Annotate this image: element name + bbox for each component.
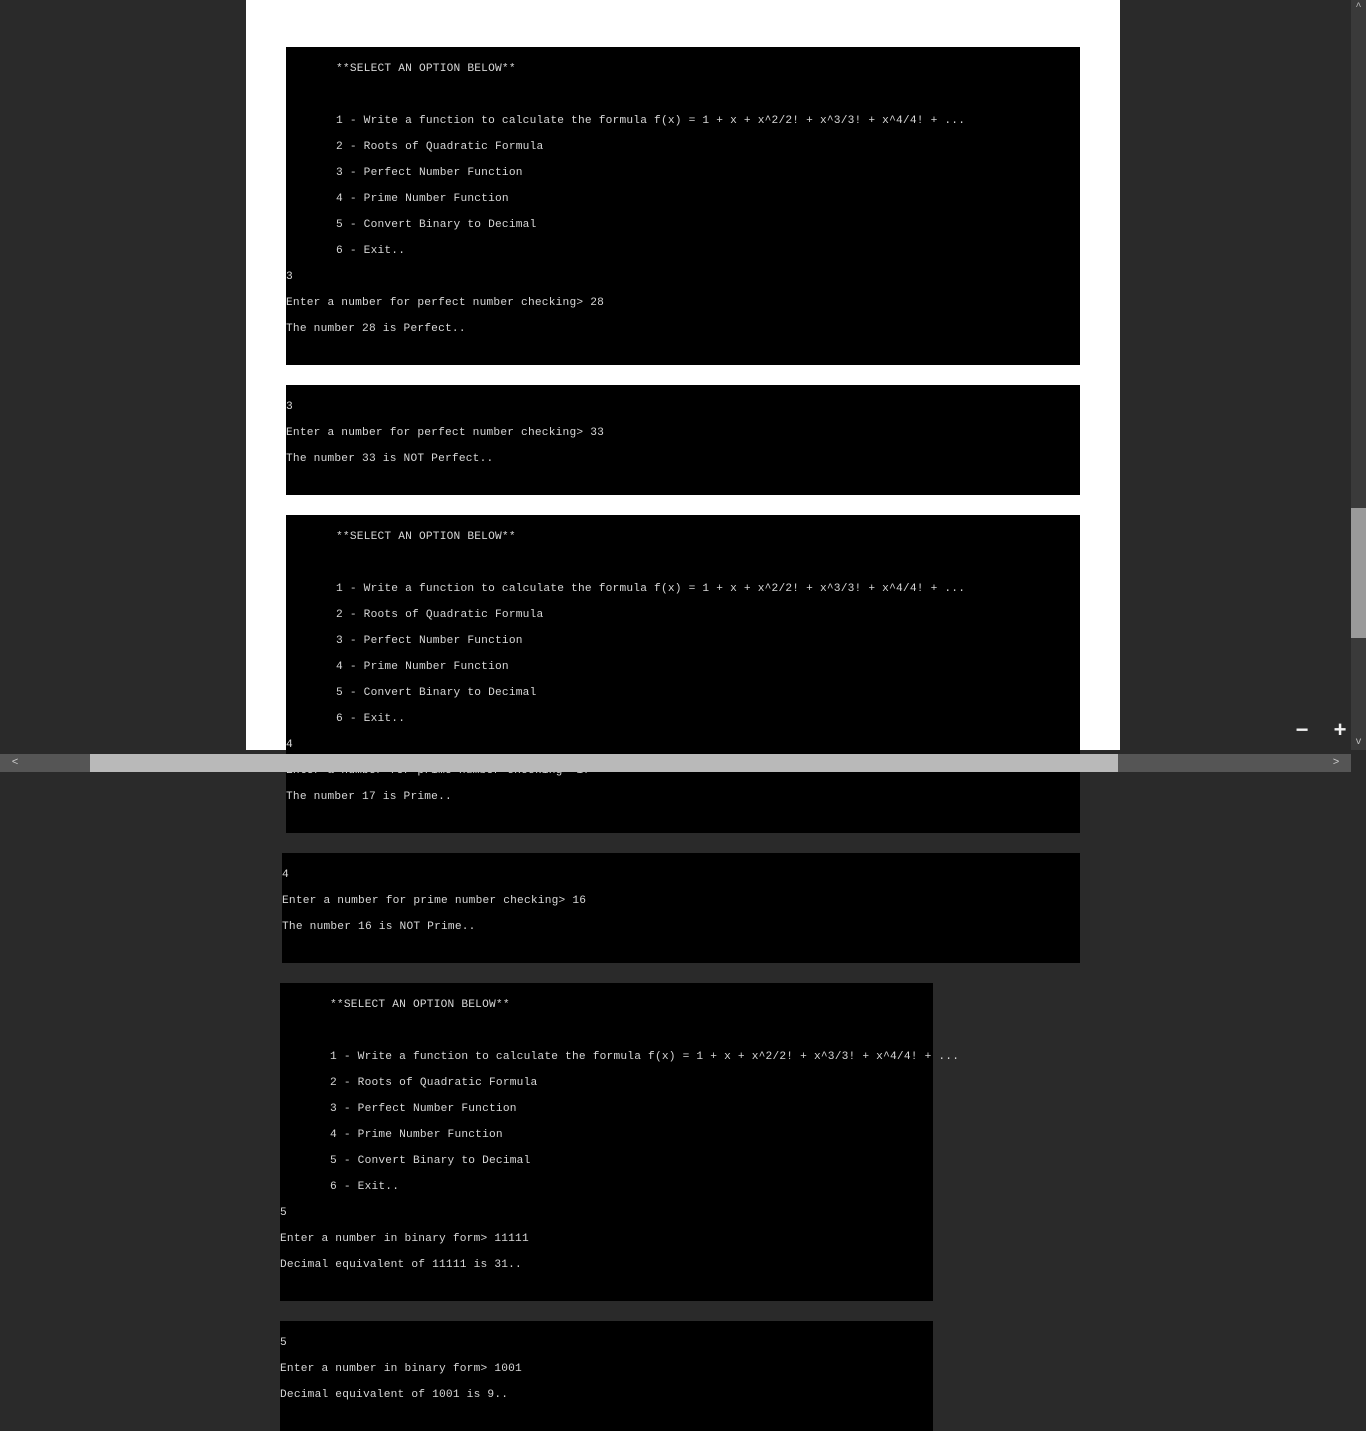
menu-opt-4: 4 - Prime Number Function — [280, 1129, 933, 1142]
prompt-line: Enter a number in binary form> 11111 — [280, 1233, 933, 1246]
user-choice: 5 — [280, 1337, 933, 1350]
zoom-out-button[interactable]: − — [1292, 720, 1312, 740]
menu-opt-3: 3 - Perfect Number Function — [286, 635, 1080, 648]
terminal-block-6: 5 Enter a number in binary form> 1001 De… — [280, 1321, 933, 1431]
vertical-scroll-thumb[interactable] — [1351, 508, 1366, 638]
menu-opt-6: 6 - Exit.. — [286, 713, 1080, 726]
zoom-in-button[interactable]: + — [1330, 720, 1350, 740]
menu-title: **SELECT AN OPTION BELOW** — [286, 531, 1080, 544]
menu-opt-5: 5 - Convert Binary to Decimal — [286, 219, 1080, 232]
menu-opt-2: 2 - Roots of Quadratic Formula — [280, 1077, 933, 1090]
user-choice: 4 — [282, 869, 1080, 882]
vertical-scrollbar[interactable]: ^ v — [1351, 0, 1366, 750]
prompt-line: Enter a number for perfect number checki… — [286, 427, 1080, 440]
terminal-block-4: 4 Enter a number for prime number checki… — [282, 853, 1080, 963]
menu-title: **SELECT AN OPTION BELOW** — [286, 63, 1080, 76]
menu-opt-2: 2 - Roots of Quadratic Formula — [286, 609, 1080, 622]
menu-opt-5: 5 - Convert Binary to Decimal — [280, 1155, 933, 1168]
result-line: The number 16 is NOT Prime.. — [282, 921, 1080, 934]
menu-opt-4: 4 - Prime Number Function — [286, 193, 1080, 206]
menu-opt-6: 6 - Exit.. — [286, 245, 1080, 258]
terminal-block-2: 3 Enter a number for perfect number chec… — [286, 385, 1080, 495]
viewer-background: **SELECT AN OPTION BELOW** 1 - Write a f… — [0, 0, 1366, 772]
terminal-block-5: **SELECT AN OPTION BELOW** 1 - Write a f… — [280, 983, 933, 1301]
terminal-block-3: **SELECT AN OPTION BELOW** 1 - Write a f… — [286, 515, 1080, 833]
horizontal-scroll-thumb[interactable] — [90, 754, 1118, 772]
menu-opt-4: 4 - Prime Number Function — [286, 661, 1080, 674]
user-choice: 3 — [286, 271, 1080, 284]
scroll-up-icon[interactable]: ^ — [1351, 0, 1366, 15]
prompt-line: Enter a number in binary form> 1001 — [280, 1363, 933, 1376]
zoom-controls: − + — [1292, 720, 1350, 740]
terminal-block-1: **SELECT AN OPTION BELOW** 1 - Write a f… — [286, 47, 1080, 365]
scroll-down-icon[interactable]: v — [1351, 735, 1366, 750]
user-choice: 3 — [286, 401, 1080, 414]
menu-opt-3: 3 - Perfect Number Function — [280, 1103, 933, 1116]
result-line: Decimal equivalent of 11111 is 31.. — [280, 1259, 933, 1272]
menu-opt-6: 6 - Exit.. — [280, 1181, 933, 1194]
prompt-line: Enter a number for prime number checking… — [282, 895, 1080, 908]
scroll-right-icon[interactable]: > — [1321, 754, 1351, 772]
document-page: **SELECT AN OPTION BELOW** 1 - Write a f… — [246, 0, 1120, 750]
scroll-left-icon[interactable]: < — [0, 754, 30, 772]
user-choice: 5 — [280, 1207, 933, 1220]
menu-opt-5: 5 - Convert Binary to Decimal — [286, 687, 1080, 700]
result-line: The number 28 is Perfect.. — [286, 323, 1080, 336]
menu-opt-1: 1 - Write a function to calculate the fo… — [286, 115, 1080, 128]
result-line: The number 33 is NOT Perfect.. — [286, 453, 1080, 466]
horizontal-scrollbar[interactable]: < > — [0, 754, 1351, 772]
menu-opt-2: 2 - Roots of Quadratic Formula — [286, 141, 1080, 154]
menu-title: **SELECT AN OPTION BELOW** — [280, 999, 933, 1012]
user-choice: 4 — [286, 739, 1080, 752]
menu-opt-1: 1 - Write a function to calculate the fo… — [286, 583, 1080, 596]
prompt-line: Enter a number for perfect number checki… — [286, 297, 1080, 310]
menu-opt-1: 1 - Write a function to calculate the fo… — [280, 1051, 933, 1064]
menu-opt-3: 3 - Perfect Number Function — [286, 167, 1080, 180]
result-line: Decimal equivalent of 1001 is 9.. — [280, 1389, 933, 1402]
result-line: The number 17 is Prime.. — [286, 791, 1080, 804]
